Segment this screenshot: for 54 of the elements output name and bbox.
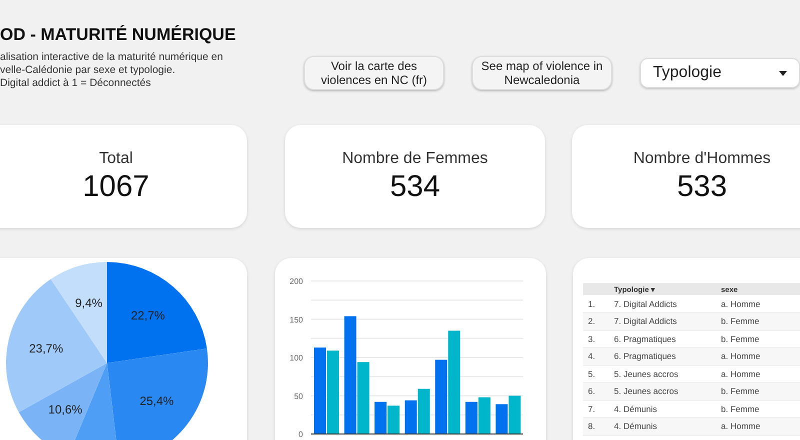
slice-label: 9,4%	[75, 296, 102, 310]
table-cell: b. Femme	[721, 330, 800, 348]
axis-tick-label: 100	[290, 354, 303, 362]
slice-label: 23,7%	[29, 341, 64, 356]
kpi-label: Total	[99, 150, 133, 168]
bar	[478, 397, 490, 434]
bar	[388, 406, 400, 434]
table-cell: a. Homme	[721, 348, 800, 365]
kpi-value: 534	[390, 170, 440, 204]
row-number: 7.	[583, 400, 614, 418]
link-button[interactable]: Voir la carte des violences en NC (fr)	[304, 56, 444, 90]
row-number: 4.	[583, 348, 614, 365]
table-cell: 5. Jeunes accros	[614, 365, 721, 382]
row-number: 1.	[583, 295, 614, 312]
table-cell: b. Femme	[721, 382, 800, 400]
kpi-label: Nombre d'Hommes	[633, 150, 771, 168]
axis-tick-label: 50	[294, 392, 303, 401]
table-cell: 7. Digital Addicts	[614, 312, 721, 330]
bar	[508, 396, 521, 434]
bar	[418, 388, 430, 434]
table-cell: b. Femme	[721, 312, 800, 330]
axis-tick-label: 150	[290, 315, 303, 324]
description-text: alisation interactive de la maturité numérique en velle-Calédonie par sexe et typologie. Digital addict à 1 = Déconnectés	[0, 51, 224, 90]
page-title: OD - MATURITÉ NUMÉRIQUE	[0, 25, 237, 45]
typology-dropdown[interactable]: Typologie	[640, 58, 800, 88]
row-number: 2.	[583, 312, 614, 330]
row-number: 5.	[583, 365, 614, 382]
table-cell: a. Homme	[721, 418, 800, 435]
table-cell: 4. Démunis	[614, 418, 721, 435]
slice-label: 22,7%	[130, 308, 165, 323]
table-cell: b. Femme	[721, 400, 800, 418]
row-number: 3.	[583, 330, 614, 348]
table-cell: 6. Pragmatiques	[614, 330, 721, 348]
slice-label: 25,4%	[140, 394, 174, 408]
table-cell: 7. Digital Addicts	[614, 295, 721, 312]
bar	[374, 402, 387, 434]
bar	[465, 402, 478, 434]
link-button[interactable]: See map of violence in Newcaledonia	[472, 56, 612, 90]
kpi-label: Nombre de Femmes	[342, 150, 488, 168]
table-cell: 5. Jeunes accros	[614, 382, 721, 400]
table-cell: a. Homme	[721, 365, 800, 382]
row-number: 8.	[583, 418, 614, 435]
table-cell: 4. Démunis	[614, 400, 721, 418]
kpi-value: 1067	[82, 170, 150, 204]
kpi-value: 533	[676, 170, 728, 204]
table-cell: a. Homme	[721, 295, 800, 312]
bar	[496, 404, 508, 434]
axis-tick-label: 200	[290, 277, 303, 286]
axis-tick-label: 0	[298, 430, 303, 439]
slice-label: 10,6%	[48, 402, 82, 417]
row-number: 6.	[583, 382, 614, 400]
table-cell: 6. Pragmatiques	[614, 348, 721, 365]
bar	[404, 400, 417, 434]
caret-icon	[779, 70, 787, 76]
